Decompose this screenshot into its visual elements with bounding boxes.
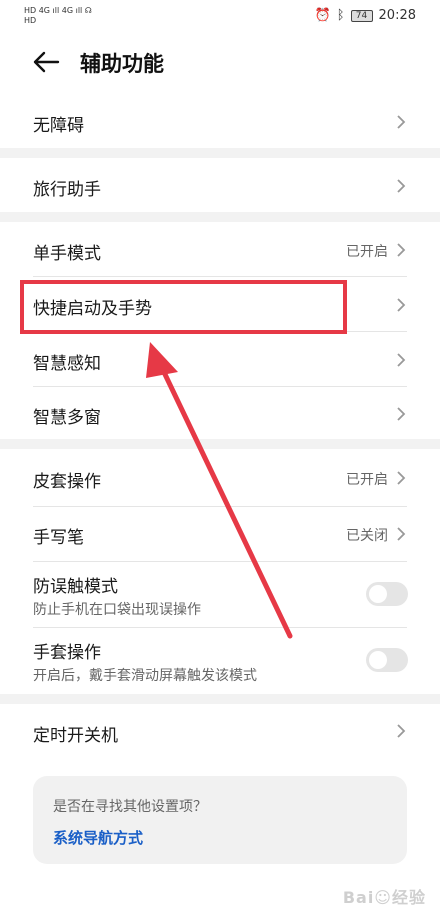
accidental-touch-toggle[interactable] [366,582,408,606]
highlight-box [20,280,347,334]
item-label: 定时开关机 [33,726,118,746]
settings-item-accidental-touch: 防误触模式 防止手机在口袋出现误操作 [0,562,440,626]
item-status: 已开启 [346,244,388,260]
chevron-right-icon [397,243,406,257]
item-label: 旅行助手 [33,180,101,200]
glove-mode-toggle[interactable] [366,648,408,672]
signal-row-1: HD 4G ıll 4G ıll ☊ [24,6,92,15]
settings-item-cover-operation[interactable]: 皮套操作 已开启 [0,449,440,505]
alarm-icon: ⏰ [314,8,331,23]
bluetooth-icon: ᛒ [336,8,345,23]
item-subtitle: 防止手机在口袋出现误操作 [33,602,201,618]
section-gap [0,439,440,449]
toggle-knob [369,585,387,603]
item-label: 单手模式 [33,244,101,264]
toggle-knob [369,651,387,669]
settings-item-scheduled-power[interactable]: 定时开关机 [0,704,440,758]
settings-item-stylus[interactable]: 手写笔 已关闭 [0,507,440,561]
settings-item-smart-multi-window[interactable]: 智慧多窗 [0,387,440,439]
settings-item-accessibility[interactable]: 无障碍 [0,96,440,148]
chevron-right-icon [397,179,406,193]
back-arrow-icon[interactable] [32,50,60,74]
item-label: 智慧感知 [33,354,101,374]
item-label: 智慧多窗 [33,408,101,428]
chevron-right-icon [397,298,406,312]
signal-row-2: HD [24,16,37,25]
clock: 20:28 [378,8,416,23]
settings-item-smart-perception[interactable]: 智慧感知 [0,332,440,386]
header: 辅助功能 [0,34,440,90]
watermark: Bai☺经验 [342,888,426,907]
item-label: 皮套操作 [33,472,101,492]
suggestion-card: 是否在寻找其他设置项？ 系统导航方式 [33,776,407,864]
page-title: 辅助功能 [80,52,164,76]
chevron-right-icon [397,527,406,541]
system-navigation-link[interactable]: 系统导航方式 [53,827,143,848]
settings-item-one-hand-mode[interactable]: 单手模式 已开启 [0,222,440,276]
item-status: 已关闭 [346,528,388,544]
section-gap [0,694,440,704]
item-status: 已开启 [346,472,388,488]
status-bar: HD 4G ıll 4G ıll ☊ HD ⏰ ᛒ 74 20:28 [0,0,440,34]
settings-item-glove-mode: 手套操作 开启后，戴手套滑动屏幕触发该模式 [0,628,440,692]
signal-indicators: HD 4G ıll 4G ıll ☊ HD [24,6,92,26]
item-label: 防误触模式 [33,577,118,597]
battery-icon: 74 [350,9,373,22]
chevron-right-icon [397,407,406,421]
item-label: 无障碍 [33,116,84,136]
status-right: ⏰ ᛒ 74 20:28 [315,8,416,23]
settings-item-travel-assistant[interactable]: 旅行助手 [0,158,440,214]
item-label: 手套操作 [33,643,101,663]
section-gap [0,148,440,158]
chevron-right-icon [397,115,406,129]
chevron-right-icon [397,471,406,485]
section-gap [0,212,440,222]
item-label: 手写笔 [33,528,84,548]
chevron-right-icon [397,353,406,367]
item-subtitle: 开启后，戴手套滑动屏幕触发该模式 [33,668,257,684]
suggestion-question: 是否在寻找其他设置项？ [53,799,207,815]
chevron-right-icon [397,724,406,738]
